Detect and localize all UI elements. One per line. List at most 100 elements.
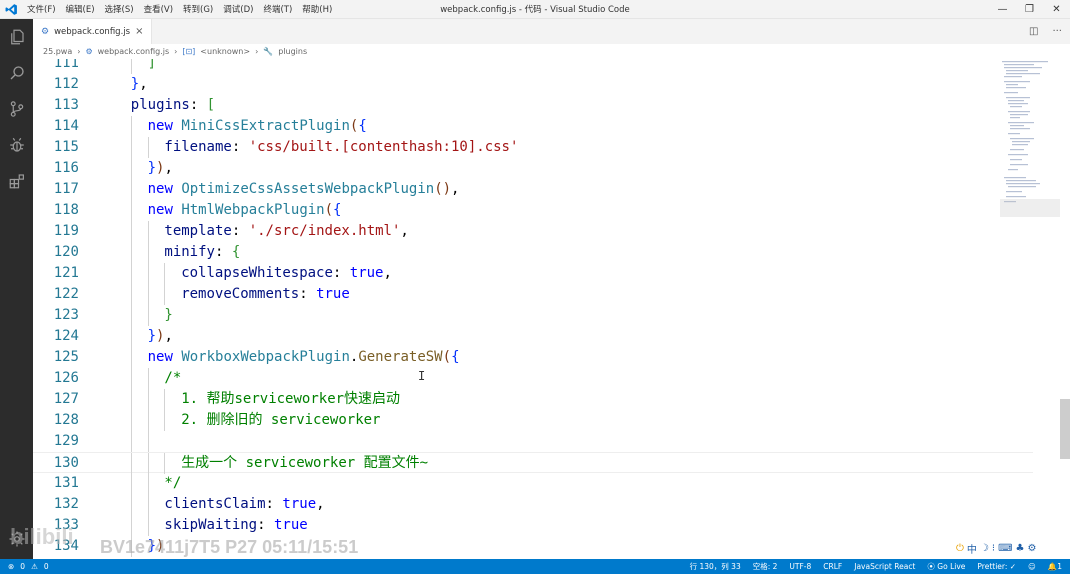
- code-line[interactable]: 117 new OptimizeCssAssetsWebpackPlugin(),: [33, 179, 1033, 200]
- ime-logo-icon[interactable]: ⏻: [956, 543, 964, 554]
- breadcrumb-file[interactable]: webpack.config.js: [98, 47, 170, 56]
- code-line[interactable]: 124}),: [33, 326, 1033, 347]
- code-token: ]: [147, 59, 157, 71]
- code-line[interactable]: 114 new MiniCssExtractPlugin({: [33, 116, 1033, 137]
- menu-item-7[interactable]: 帮助(H): [297, 3, 337, 15]
- breadcrumb-folder[interactable]: 25.pwa: [43, 47, 72, 56]
- notifications-button[interactable]: 🔔1: [1048, 562, 1062, 571]
- ime-skin-icon[interactable]: ♣: [1016, 543, 1025, 554]
- menu-item-2[interactable]: 选择(S): [100, 3, 139, 15]
- code-line[interactable]: 111]: [33, 59, 1033, 74]
- menu-item-4[interactable]: 转到(G): [178, 3, 218, 15]
- maximize-button[interactable]: ❐: [1016, 0, 1043, 19]
- code-token: OptimizeCssAssetsWebpackPlugin: [181, 181, 435, 197]
- menu-item-3[interactable]: 查看(V): [139, 3, 178, 15]
- code-line[interactable]: 128 2. 删除旧的 serviceworker: [33, 410, 1033, 431]
- code-line[interactable]: 130 生成一个 serviceworker 配置文件~: [33, 452, 1033, 474]
- breadcrumb-symbol[interactable]: <unknown>: [200, 47, 250, 56]
- line-ending[interactable]: CRLF: [823, 562, 842, 571]
- ime-settings-icon[interactable]: ⚙: [1027, 543, 1036, 554]
- code-text: template: './src/index.html',: [164, 221, 408, 242]
- code-text: }),: [148, 158, 173, 179]
- encoding[interactable]: UTF-8: [789, 562, 811, 571]
- code-editor[interactable]: 111] 112}, 113 plugins: [114 new MiniCssExtr…: [33, 59, 1070, 559]
- code-line[interactable]: 113 plugins: [: [33, 95, 1033, 116]
- line-number: 120: [53, 244, 79, 260]
- code-line[interactable]: 133 skipWaiting: true: [33, 515, 1033, 536]
- menu-item-6[interactable]: 终端(T): [258, 3, 297, 15]
- go-live-button[interactable]: ⦿ Go Live: [927, 561, 965, 572]
- more-actions-icon[interactable]: ···: [1052, 26, 1062, 37]
- code-line[interactable]: 122 removeComments: true: [33, 284, 1033, 305]
- code-token: true: [282, 496, 317, 512]
- code-token: :: [214, 244, 232, 260]
- code-text: new WorkboxWebpackPlugin.GenerateSW({: [148, 347, 460, 368]
- minimize-button[interactable]: —: [989, 0, 1016, 19]
- language-mode[interactable]: JavaScript React: [854, 562, 915, 571]
- menu-item-0[interactable]: 文件(F): [22, 3, 61, 15]
- ime-punct-icon[interactable]: ⁝: [992, 543, 995, 554]
- code-text: },: [131, 74, 148, 95]
- code-text: new MiniCssExtractPlugin({: [148, 116, 367, 137]
- line-number: 126: [53, 370, 79, 386]
- ime-keyboard-icon[interactable]: ⌨: [998, 543, 1012, 554]
- indent-guide: [130, 368, 132, 389]
- code-text: }),: [148, 326, 173, 347]
- code-token: 'css/built.[contenthash:10].css': [248, 139, 519, 155]
- code-line[interactable]: 127 1. 帮助serviceworker快速启动: [33, 389, 1033, 410]
- debug-icon[interactable]: [0, 127, 33, 163]
- code-line[interactable]: 132 clientsClaim: true,: [33, 494, 1033, 515]
- code-line[interactable]: 121 collapseWhitespace: true,: [33, 263, 1033, 284]
- problems-indicator[interactable]: ⊗ 0 ⚠ 0: [0, 562, 49, 571]
- indent-guide: [130, 473, 132, 494]
- minimap[interactable]: [1000, 59, 1060, 219]
- code-line[interactable]: 129: [33, 431, 1033, 452]
- search-icon[interactable]: [0, 55, 33, 91]
- status-bar: ⊗ 0 ⚠ 0 行 130，列 33 空格: 2 UTF-8 CRLF Java…: [0, 559, 1070, 574]
- indent-guide: [130, 200, 132, 221]
- prettier-status[interactable]: Prettier: ✓: [977, 562, 1016, 571]
- ime-moon-icon[interactable]: ☽: [980, 543, 989, 554]
- code-line[interactable]: 120 minify: {: [33, 242, 1033, 263]
- indent-guide: [147, 494, 149, 515]
- code-line[interactable]: 119 template: './src/index.html',: [33, 221, 1033, 242]
- code-token: true: [316, 286, 350, 302]
- code-token: (): [434, 181, 452, 197]
- symbol-object-icon: [⊡]: [182, 47, 196, 56]
- code-token: 2. 删除旧的 serviceworker: [181, 412, 381, 428]
- code-token: skipWaiting: [164, 517, 258, 533]
- feedback-icon[interactable]: ☺: [1028, 562, 1036, 571]
- tab-webpack-config[interactable]: ⚙ webpack.config.js ×: [33, 19, 153, 44]
- code-line[interactable]: 131 */: [33, 473, 1033, 494]
- code-token: {: [333, 202, 342, 218]
- vertical-scrollbar[interactable]: [1060, 399, 1070, 459]
- chevron-right-icon: ›: [255, 47, 259, 56]
- code-token: {: [451, 349, 460, 365]
- line-number: 130: [53, 455, 79, 471]
- code-text: removeComments: true: [181, 284, 350, 305]
- indent-guide: [130, 284, 132, 305]
- code-line[interactable]: 125 new WorkboxWebpackPlugin.GenerateSW({: [33, 347, 1033, 368]
- cursor-position[interactable]: 行 130，列 33: [690, 561, 741, 572]
- code-line[interactable]: 115 filename: 'css/built.[contenthash:10]…: [33, 137, 1033, 158]
- code-line[interactable]: 126 /*: [33, 368, 1033, 389]
- broadcast-icon: ⦿: [927, 562, 938, 571]
- code-token: ,: [451, 181, 460, 197]
- close-tab-icon[interactable]: ×: [135, 26, 143, 37]
- indentation[interactable]: 空格: 2: [753, 561, 778, 572]
- indent-guide: [164, 410, 166, 431]
- code-line[interactable]: 116}),: [33, 158, 1033, 179]
- code-line[interactable]: 123}: [33, 305, 1033, 326]
- code-line[interactable]: 118 new HtmlWebpackPlugin({: [33, 200, 1033, 221]
- breadcrumb-property[interactable]: plugins: [278, 47, 307, 56]
- explorer-icon[interactable]: [0, 19, 33, 55]
- source-control-icon[interactable]: [0, 91, 33, 127]
- ime-mode-chinese[interactable]: 中: [967, 541, 977, 556]
- extensions-icon[interactable]: [0, 163, 33, 199]
- menu-item-1[interactable]: 编辑(E): [61, 3, 100, 15]
- close-window-button[interactable]: ✕: [1043, 0, 1070, 19]
- indent-guide: [130, 305, 132, 326]
- menu-item-5[interactable]: 调试(D): [218, 3, 258, 15]
- code-line[interactable]: 112},: [33, 74, 1033, 95]
- split-editor-icon[interactable]: ◫: [1029, 26, 1038, 37]
